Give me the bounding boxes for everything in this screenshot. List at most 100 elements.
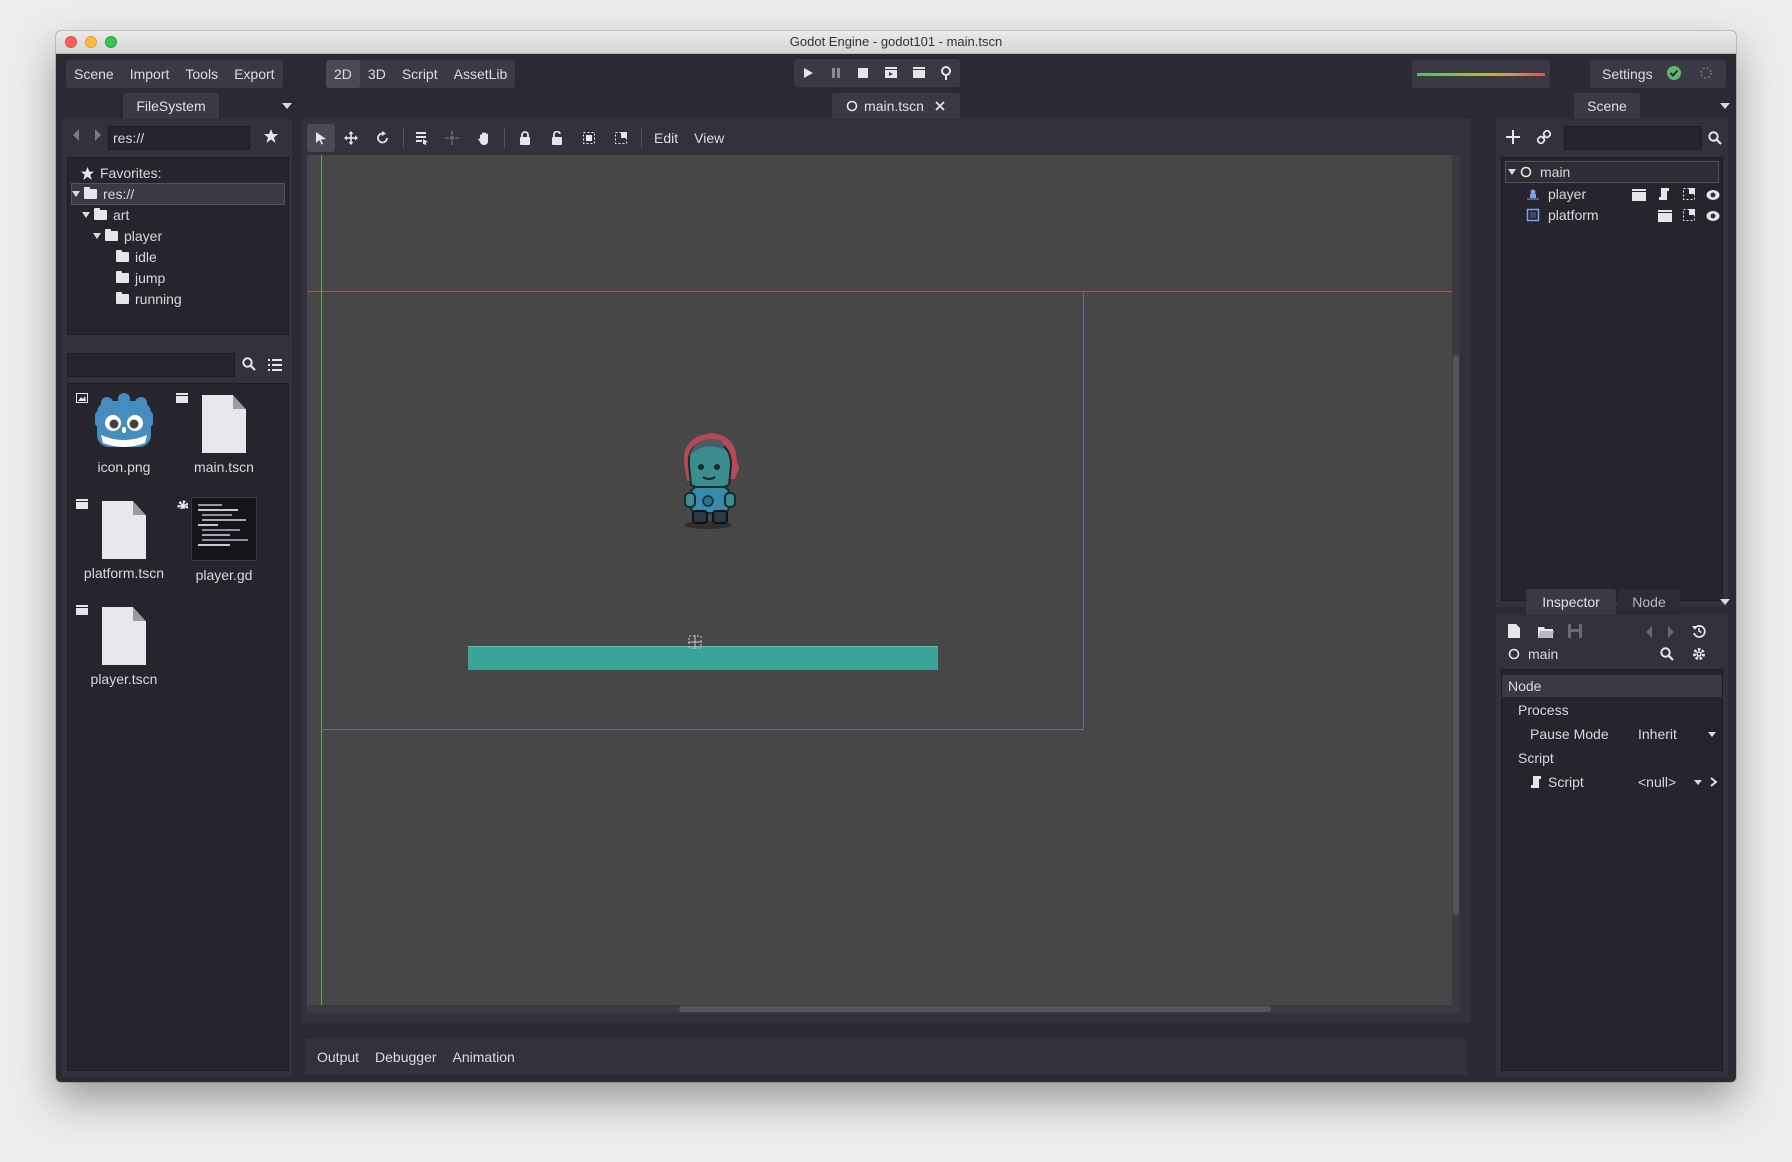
canvas-menu-edit[interactable]: Edit <box>646 124 686 152</box>
forward-arrow-icon[interactable] <box>93 128 103 145</box>
settings-menu[interactable]: Settings <box>1590 60 1661 88</box>
zoom-window-button[interactable] <box>105 36 117 48</box>
workspace-script[interactable]: Script <box>394 60 446 88</box>
canvas-menu-view[interactable]: View <box>686 124 732 152</box>
visibility-eye-icon[interactable] <box>1706 188 1720 204</box>
lock-icon[interactable] <box>509 124 541 152</box>
visibility-eye-icon[interactable] <box>1706 209 1720 225</box>
section-node[interactable]: Node <box>1502 675 1722 697</box>
minimize-window-button[interactable] <box>85 36 97 48</box>
tree-item-art[interactable]: art <box>82 204 129 226</box>
canvas-viewport[interactable] <box>307 155 1460 1011</box>
file-item-player-gd[interactable]: player.gd <box>174 497 274 583</box>
menu-export[interactable]: Export <box>226 60 282 88</box>
file-search-input[interactable] <box>67 353 235 377</box>
instance-scene-icon[interactable] <box>1658 209 1672 225</box>
tab-main-tscn[interactable]: main.tscn <box>832 93 960 119</box>
tree-item-running[interactable]: running <box>116 288 182 310</box>
list-select-icon[interactable] <box>408 124 436 152</box>
path-field[interactable]: res:// <box>108 126 250 150</box>
link-scene-icon[interactable] <box>1536 129 1552 147</box>
group-icon[interactable] <box>573 124 605 152</box>
scene-node-player[interactable]: player <box>1526 183 1722 205</box>
pause-mode-select[interactable]: Inherit <box>1638 723 1718 745</box>
tree-item-jump[interactable]: jump <box>116 267 165 289</box>
play-scene-icon[interactable] <box>877 59 905 87</box>
file-item-platform-tscn[interactable]: platform.tscn <box>74 497 174 581</box>
add-node-icon[interactable] <box>1506 130 1520 147</box>
move-tool-icon[interactable] <box>335 124 367 152</box>
group-selectable-icon[interactable] <box>1682 187 1696 204</box>
save-icon[interactable] <box>1568 624 1582 641</box>
tab-node[interactable]: Node <box>1618 589 1680 615</box>
open-folder-icon[interactable] <box>1538 625 1554 641</box>
tab-scene[interactable]: Scene <box>1574 93 1640 119</box>
history-back-icon[interactable] <box>1644 625 1654 642</box>
menu-tools[interactable]: Tools <box>177 60 226 88</box>
workspace-2d[interactable]: 2D <box>326 60 360 88</box>
node-filter-input[interactable] <box>1564 126 1702 150</box>
tab-filesystem[interactable]: FileSystem <box>123 93 219 119</box>
play-custom-scene-icon[interactable] <box>905 59 933 87</box>
menu-scene[interactable]: Scene <box>66 60 122 88</box>
file-item-player-tscn[interactable]: player.tscn <box>74 603 174 687</box>
list-view-icon[interactable] <box>268 358 282 374</box>
scene-dock-menu-arrow-icon[interactable] <box>1720 103 1730 109</box>
play-icon[interactable] <box>794 59 822 87</box>
file-item-icon-png[interactable]: icon.png <box>74 391 174 475</box>
expand-arrow-icon[interactable] <box>82 212 90 218</box>
tab-inspector[interactable]: Inspector <box>1526 589 1616 615</box>
inspector-menu-arrow-icon[interactable] <box>1720 599 1730 605</box>
history-forward-icon[interactable] <box>1666 625 1676 642</box>
tab-debugger[interactable]: Debugger <box>367 1039 445 1075</box>
pivot-tool-icon[interactable] <box>436 124 468 152</box>
pause-icon[interactable] <box>822 59 850 87</box>
menu-import[interactable]: Import <box>122 60 178 88</box>
pan-tool-icon[interactable] <box>468 124 500 152</box>
scene-node-platform[interactable]: platform <box>1526 204 1722 226</box>
group-process[interactable]: Process <box>1518 699 1569 721</box>
ungroup-icon[interactable] <box>605 124 637 152</box>
tree-item-player[interactable]: player <box>93 225 162 247</box>
workspace-3d[interactable]: 3D <box>360 60 394 88</box>
group-script[interactable]: Script <box>1518 747 1554 769</box>
search-icon[interactable] <box>242 357 256 374</box>
player-sprite[interactable] <box>671 427 745 529</box>
chevron-down-icon[interactable] <box>1694 780 1702 785</box>
tree-item-idle[interactable]: idle <box>116 246 157 268</box>
close-window-button[interactable] <box>65 36 77 48</box>
workspace-assetlib[interactable]: AssetLib <box>446 60 516 88</box>
gear-icon[interactable] <box>1692 647 1706 664</box>
rotate-tool-icon[interactable] <box>367 124 399 152</box>
search-icon[interactable] <box>1660 647 1674 664</box>
stop-icon[interactable] <box>849 59 877 87</box>
instance-scene-icon[interactable] <box>1632 188 1646 204</box>
back-arrow-icon[interactable] <box>71 128 81 145</box>
filesystem-menu-arrow-icon[interactable] <box>282 103 292 109</box>
horizontal-scroll-thumb[interactable] <box>679 1006 1271 1012</box>
expand-arrow-icon[interactable] <box>93 233 101 239</box>
group-selectable-icon[interactable] <box>1682 208 1696 225</box>
select-tool-icon[interactable] <box>307 124 335 152</box>
search-icon[interactable] <box>1708 131 1722 148</box>
expand-arrow-icon[interactable] <box>1508 169 1516 175</box>
unlock-icon[interactable] <box>541 124 573 152</box>
expand-arrow-icon[interactable] <box>72 191 80 197</box>
favorite-star-icon[interactable] <box>264 129 278 146</box>
vertical-scroll-thumb[interactable] <box>1453 355 1459 915</box>
horizontal-scrollbar[interactable] <box>307 1005 1460 1013</box>
tree-item-res[interactable]: res:// <box>71 183 285 205</box>
remote-debug-icon[interactable] <box>932 59 960 87</box>
platform-body[interactable] <box>468 646 938 670</box>
history-icon[interactable] <box>1692 624 1706 641</box>
tab-animation[interactable]: Animation <box>445 1039 523 1075</box>
new-resource-icon[interactable] <box>1508 624 1520 641</box>
script-icon[interactable] <box>1658 187 1670 204</box>
scene-node-main[interactable]: main <box>1505 161 1719 183</box>
script-value-field[interactable]: <null> <box>1638 771 1718 793</box>
vertical-scrollbar[interactable] <box>1452 155 1460 1011</box>
chevron-right-icon[interactable] <box>1710 777 1718 787</box>
file-item-main-tscn[interactable]: main.tscn <box>174 391 274 475</box>
tab-output[interactable]: Output <box>309 1039 367 1075</box>
close-tab-icon[interactable] <box>934 100 946 112</box>
